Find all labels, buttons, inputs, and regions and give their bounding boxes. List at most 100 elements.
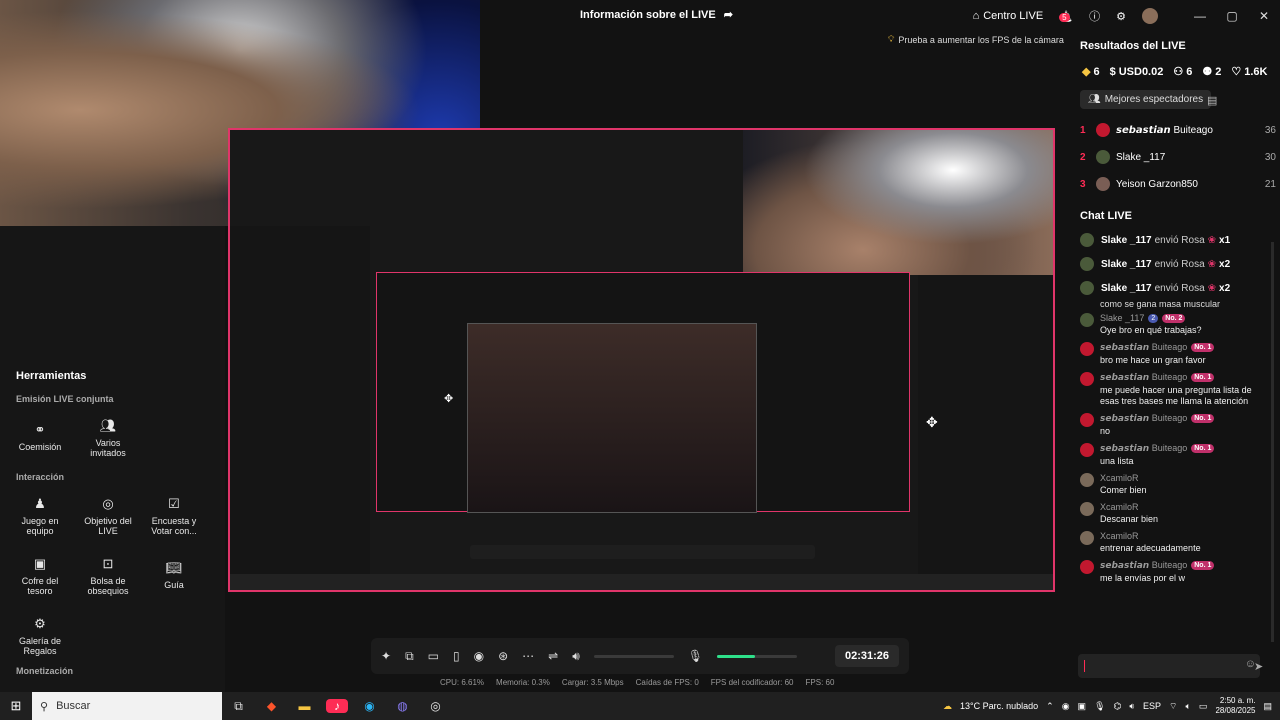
best-viewers-tab[interactable]: 👥︎ Mejores espectadores xyxy=(1080,90,1212,109)
speaker-icon[interactable]: 🔊︎ xyxy=(572,649,580,664)
weather-text[interactable]: 13°C Parc. nublado xyxy=(960,701,1038,711)
record-icon[interactable]: ◉ xyxy=(474,649,484,663)
gift-action: envió Rosa xyxy=(1154,258,1205,270)
stream-preview-canvas[interactable] xyxy=(228,128,1055,592)
rank-number: 1 xyxy=(1080,124,1086,136)
settings-button[interactable]: ⚙ xyxy=(1108,10,1134,23)
ranking-row[interactable]: 3 Yeison Garzon850 21 xyxy=(1080,175,1276,193)
mic-icon[interactable]: 🎙︎ xyxy=(688,649,703,663)
tool-guia[interactable]: 📖︎ Guía xyxy=(144,560,204,590)
equalizer-icon[interactable]: ⇌ xyxy=(548,649,558,663)
section-monetizacion: Monetización xyxy=(16,666,74,676)
share-icon[interactable]: ➦ xyxy=(724,8,733,21)
chevron-up-icon[interactable]: ⌃ xyxy=(1046,701,1054,712)
tool-cofre[interactable]: ▣ Cofre del tesoro xyxy=(10,556,70,596)
help-button[interactable]: ⓘ xyxy=(1081,8,1108,24)
minimize-button[interactable]: — xyxy=(1184,9,1216,23)
tool-varios-invitados[interactable]: 👥︎ Varios invitados xyxy=(78,418,138,458)
close-button[interactable]: ✕ xyxy=(1248,9,1280,23)
screen-layout-icon[interactable]: ▭ xyxy=(428,649,439,663)
security-icon[interactable]: ▣ xyxy=(1078,701,1087,712)
volume-slider[interactable] xyxy=(593,654,674,658)
centro-live-button[interactable]: ⌂ Centro LIVE xyxy=(965,10,1052,22)
battery-icon[interactable]: ▭ xyxy=(1199,701,1208,712)
message-header: Slake _117 2 No. 2 xyxy=(1100,313,1202,323)
notification-center-icon[interactable]: ▤ xyxy=(1263,701,1272,712)
portrait-mode-icon[interactable]: ▯ xyxy=(453,649,460,663)
tool-encuesta[interactable]: ☑ Encuesta y Votar con... xyxy=(144,496,204,536)
tool-bolsa[interactable]: ⊡ Bolsa de obsequios xyxy=(78,556,138,596)
poll-icon: ☑ xyxy=(168,496,180,511)
file-explorer-icon[interactable]: ▬ xyxy=(288,699,321,713)
obs-icon[interactable]: ◎ xyxy=(419,699,452,713)
viewer-name: Yeison Garzon850 xyxy=(1116,178,1198,190)
profile-avatar[interactable] xyxy=(1134,8,1172,24)
chat-message[interactable]: 𝙨𝙚𝙗𝙖𝙨𝙩𝙞𝙖𝙣 Buiteago No. 1 me puede hacer un… xyxy=(1070,369,1270,410)
more-icon[interactable]: ⋯ xyxy=(522,649,534,663)
message-text: Descanar bien xyxy=(1100,514,1159,524)
ranking-row[interactable]: 2 Slake _117 30 xyxy=(1080,148,1276,166)
move-icon-small[interactable]: ✥ xyxy=(444,392,453,405)
language-indicator[interactable]: ESP xyxy=(1143,701,1161,711)
move-icon[interactable]: ✥ xyxy=(926,414,938,431)
usd-value: USD0.02 xyxy=(1118,65,1164,78)
tool-galeria[interactable]: ⚙ Galería de Regalos xyxy=(10,616,70,656)
message-header: 𝙨𝙚𝙗𝙖𝙨𝙩𝙞𝙖𝙣 Buiteago No. 1 xyxy=(1100,372,1260,383)
chat-message[interactable]: 𝙨𝙚𝙗𝙖𝙨𝙩𝙞𝙖𝙣 Buiteago No. 1 una lista xyxy=(1070,440,1270,470)
message-body: XcamiloR entrenar adecuadamente xyxy=(1100,531,1201,554)
notifications-button[interactable]: 🔔︎ 5 xyxy=(1051,10,1081,23)
tool-objetivo-live[interactable]: ◎ Objetivo del LIVE xyxy=(78,496,138,536)
discord-icon[interactable]: ◍ xyxy=(386,699,419,713)
send-icon[interactable]: ➤ xyxy=(1254,660,1263,673)
tools-title: Herramientas xyxy=(16,370,87,382)
chat-message[interactable]: XcamiloR Descanar bien xyxy=(1070,499,1270,528)
fps-tip[interactable]: 💡︎ Prueba a aumentar los FPS de la cámar… xyxy=(888,34,1064,45)
message-body: XcamiloR Comer bien xyxy=(1100,473,1147,496)
gift-multiplier: x2 xyxy=(1219,258,1231,270)
tools-panel: Herramientas Emisión LIVE conjunta ⚭ Coe… xyxy=(0,226,225,692)
chat-feed: Slake _117 envió Rosa ❀ x1 Slake _117 envió R… xyxy=(1070,228,1270,648)
stat-fps-codificador: FPS del codificador: 60 xyxy=(710,678,794,687)
speaker-tray-icon[interactable]: 🔉︎ xyxy=(1129,701,1135,712)
chat-message[interactable]: 𝙨𝙚𝙗𝙖𝙨𝙩𝙞𝙖𝙣 Buiteago No. 1 no xyxy=(1070,410,1270,440)
mic-slider[interactable] xyxy=(717,654,797,658)
chat-message[interactable]: XcamiloR entrenar adecuadamente xyxy=(1070,528,1270,557)
rank-badge: No. 2 xyxy=(1162,313,1186,323)
chat-scrollbar[interactable] xyxy=(1271,242,1274,642)
gift-multiplier: x1 xyxy=(1219,234,1231,246)
edge-icon[interactable]: ◉ xyxy=(353,699,386,713)
wifi-icon[interactable]: ⌔ xyxy=(1169,701,1177,712)
task-view-icon[interactable]: ⧉ xyxy=(222,699,255,714)
mic-tray-icon[interactable]: 🎙︎ xyxy=(1094,701,1105,712)
mirrored-camera xyxy=(743,130,1053,275)
taskbar-search[interactable]: ⚲ Buscar xyxy=(32,692,222,720)
chat-message[interactable]: 𝙨𝙚𝙗𝙖𝙨𝙩𝙞𝙖𝙣 Buiteago No. 1 bro me hace un gr… xyxy=(1070,339,1270,369)
centro-live-label: Centro LIVE xyxy=(983,10,1044,22)
results-title: Resultados del LIVE xyxy=(1080,40,1186,52)
maximize-button[interactable]: ▢ xyxy=(1216,9,1248,23)
chat-message[interactable]: Slake _117 2 No. 2 Oye bro en qué trabajas? xyxy=(1070,310,1270,339)
weather-icon[interactable]: ☁ xyxy=(943,701,952,712)
chat-message[interactable]: XcamiloR Comer bien xyxy=(1070,470,1270,499)
ranking-row[interactable]: 1 𝙨𝙚𝙗𝙖𝙨𝙩𝙞𝙖𝙣 Buiteago 36 xyxy=(1080,121,1276,139)
record-tray-icon[interactable]: ◉ xyxy=(1062,701,1070,712)
live-info-label: Información sobre el LIVE xyxy=(580,8,716,21)
message-header: XcamiloR xyxy=(1100,473,1147,483)
tool-juego-equipo[interactable]: ♟ Juego en equipo xyxy=(10,496,70,536)
settings-dial-icon[interactable]: ⊛ xyxy=(498,649,508,663)
speaker-icon-2[interactable]: 🔈︎ xyxy=(1186,701,1191,712)
live-info-title[interactable]: Información sobre el LIVE ➦ xyxy=(580,8,733,22)
add-source-icon[interactable]: ⧉ xyxy=(405,649,414,664)
tiktok-live-icon[interactable]: ♪ xyxy=(326,699,348,713)
chat-input[interactable]: ☺ xyxy=(1078,654,1260,678)
windows-start-icon[interactable]: ⊞ xyxy=(0,698,32,714)
list-icon[interactable]: ▤ xyxy=(1207,94,1217,107)
avatar xyxy=(1142,8,1158,24)
tool-coemision[interactable]: ⚭ Coemisión xyxy=(10,422,70,452)
brave-icon[interactable]: ◆ xyxy=(255,699,288,713)
magic-wand-icon[interactable]: ✦ xyxy=(381,649,391,663)
target-icon: ◎ xyxy=(102,496,114,511)
chat-message[interactable]: 𝙨𝙚𝙗𝙖𝙨𝙩𝙞𝙖𝙣 Buiteago No. 1 me la envías por … xyxy=(1070,557,1270,587)
network-icon[interactable]: ⌬ xyxy=(1114,701,1122,712)
clock[interactable]: 2:50 a. m. 28/08/2025 xyxy=(1215,696,1255,716)
